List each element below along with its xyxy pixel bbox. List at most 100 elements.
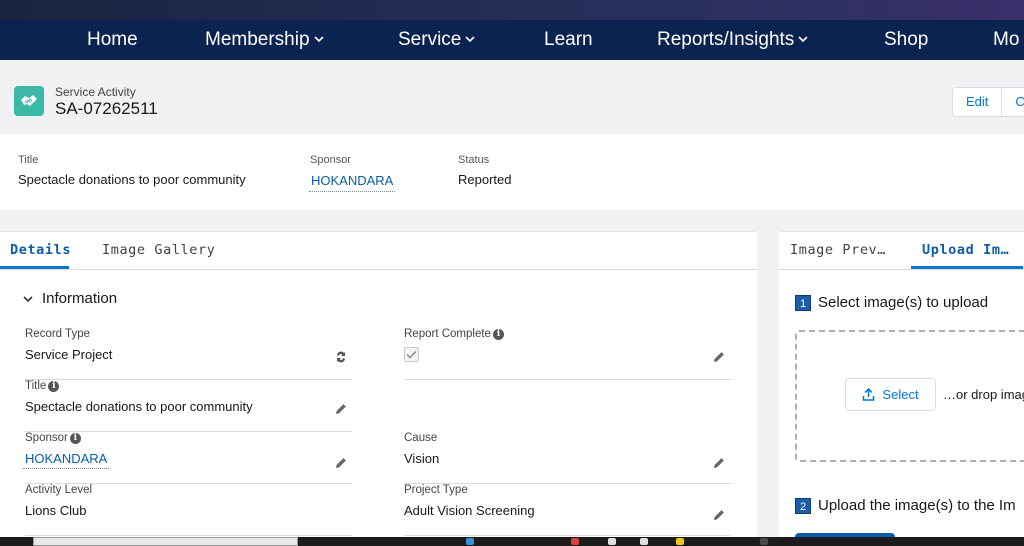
info-icon[interactable]: i — [69, 432, 81, 444]
nav-item-label: Learn — [544, 29, 593, 50]
checkmark-icon — [406, 350, 417, 359]
chevron-down-icon — [313, 36, 324, 43]
field-record-type: Record Type Service Project — [25, 328, 352, 380]
field-label: Title i — [25, 380, 60, 392]
main-navigation: Home Membership Service Learn Reports/In… — [0, 20, 1024, 60]
chevron-down-icon — [465, 36, 475, 43]
highlight-status-label: Status — [458, 154, 490, 166]
action-button-truncated[interactable]: C — [1001, 88, 1024, 116]
field-project-type: Project Type Adult Vision Screening — [404, 484, 731, 536]
nav-item-label: Home — [87, 29, 138, 50]
field-label: Activity Level — [25, 484, 93, 496]
image-dropzone[interactable]: Select …or drop imag — [795, 330, 1024, 462]
details-card: Details Image Gallery Information Record… — [0, 231, 757, 546]
step-number-badge: 2 — [795, 497, 811, 514]
taskbar-app-icon[interactable] — [608, 538, 616, 545]
tab-details[interactable]: Details — [0, 232, 70, 269]
field-value: Service Project — [25, 347, 113, 362]
field-label: Cause — [404, 432, 438, 444]
drop-hint-text: …or drop imag — [943, 387, 1024, 402]
field-label-text: Title — [25, 380, 47, 392]
step-number-badge: 1 — [795, 294, 811, 311]
field-label: Report Complete i — [404, 328, 504, 340]
section-title: Information — [42, 290, 118, 307]
taskbar-window-preview[interactable] — [33, 537, 298, 546]
info-icon[interactable]: i — [492, 328, 504, 340]
chevron-down-icon — [23, 295, 33, 302]
nav-item-home[interactable]: Home — [87, 20, 138, 60]
record-actions: Edit C — [952, 87, 1024, 117]
change-record-type-icon[interactable] — [334, 350, 348, 364]
highlight-title: Title Spectacle donations to poor commun… — [18, 154, 246, 187]
taskbar-app-icon[interactable] — [760, 538, 768, 545]
step-text: Select image(s) to upload — [818, 294, 989, 311]
highlight-status-value: Reported — [458, 172, 512, 187]
field-label-text: Sponsor — [25, 432, 68, 444]
side-tabs: Image Prev… Upload Im… — [779, 232, 1024, 270]
nav-item-more[interactable]: Mo — [993, 20, 1019, 60]
highlight-sponsor-label: Sponsor — [310, 154, 351, 166]
field-label: Sponsor i — [25, 432, 81, 444]
nav-item-label: Shop — [884, 29, 929, 50]
record-object-label: Service Activity — [55, 85, 136, 99]
taskbar-app-icon[interactable] — [640, 538, 648, 545]
highlight-title-label: Title — [18, 154, 39, 166]
record-tabs: Details Image Gallery — [0, 232, 757, 270]
field-value: Spectacle donations to poor community — [25, 399, 253, 414]
nav-item-learn[interactable]: Learn — [544, 20, 593, 60]
section-information-toggle[interactable]: Information — [22, 290, 117, 307]
select-files-button[interactable]: Select — [845, 378, 936, 411]
highlights-panel: Title Spectacle donations to poor commun… — [0, 134, 1024, 210]
pencil-edit-icon[interactable] — [712, 350, 726, 364]
highlight-title-value: Spectacle donations to poor community — [18, 172, 246, 187]
field-label: Project Type — [404, 484, 468, 496]
highlight-status: Status Reported — [458, 154, 511, 187]
report-complete-checkbox[interactable] — [404, 347, 419, 362]
nav-item-label: Reports/Insights — [657, 29, 795, 50]
highlight-sponsor-link[interactable]: HOKANDARA — [309, 172, 396, 192]
upload-step-1: 1 Select image(s) to upload — [795, 294, 988, 311]
field-value: Lions Club — [25, 503, 87, 518]
chevron-down-icon — [798, 36, 808, 43]
nav-item-label: Membership — [205, 29, 310, 50]
nav-item-reports-insights[interactable]: Reports/Insights — [657, 20, 808, 60]
nav-item-shop[interactable]: Shop — [884, 20, 928, 60]
field-sponsor: Sponsor i HOKANDARA — [23, 432, 352, 484]
field-value: Vision — [404, 451, 440, 466]
taskbar-app-icon[interactable] — [676, 538, 684, 545]
tab-image-preview[interactable]: Image Prev… — [790, 232, 886, 269]
nav-item-membership[interactable]: Membership — [205, 20, 324, 60]
record-header: Service Activity SA-07262511 Edit C — [0, 60, 1024, 134]
tab-upload-images[interactable]: Upload Im… — [911, 232, 1023, 269]
field-value: Adult Vision Screening — [404, 503, 535, 518]
browser-top-band — [0, 0, 1024, 20]
record-name: SA-07262511 — [55, 99, 158, 118]
taskbar-app-icon[interactable] — [571, 538, 579, 545]
info-icon[interactable]: i — [48, 380, 60, 392]
tab-image-gallery[interactable]: Image Gallery — [102, 232, 215, 269]
field-label-text: Report Complete — [404, 328, 491, 340]
nav-item-service[interactable]: Service — [398, 20, 475, 60]
pencil-edit-icon[interactable] — [334, 456, 348, 470]
os-taskbar — [0, 537, 1024, 546]
highlight-sponsor: Sponsor HOKANDARA — [309, 154, 396, 192]
field-label: Record Type — [25, 328, 90, 340]
pencil-edit-icon[interactable] — [712, 508, 726, 522]
field-activity-level: Activity Level Lions Club — [25, 484, 352, 536]
sponsor-link[interactable]: HOKANDARA — [23, 451, 110, 469]
taskbar-app-icon[interactable] — [466, 538, 474, 545]
upload-step-2: 2 Upload the image(s) to the Im — [795, 497, 1016, 514]
upload-icon — [863, 388, 875, 401]
select-button-label: Select — [882, 387, 919, 402]
field-cause: Cause Vision — [404, 432, 731, 484]
pencil-edit-icon[interactable] — [334, 402, 348, 416]
handshake-icon — [14, 86, 44, 116]
nav-item-label: Mo — [993, 29, 1020, 50]
field-title: Title i Spectacle donations to poor commu… — [25, 380, 352, 432]
field-report-complete: Report Complete i — [404, 328, 731, 380]
step-text: Upload the image(s) to the Im — [818, 497, 1016, 514]
nav-item-label: Service — [398, 29, 462, 50]
image-upload-card: Image Prev… Upload Im… 1 Select image(s)… — [779, 231, 1024, 546]
pencil-edit-icon[interactable] — [712, 456, 726, 470]
edit-button[interactable]: Edit — [953, 88, 1002, 116]
